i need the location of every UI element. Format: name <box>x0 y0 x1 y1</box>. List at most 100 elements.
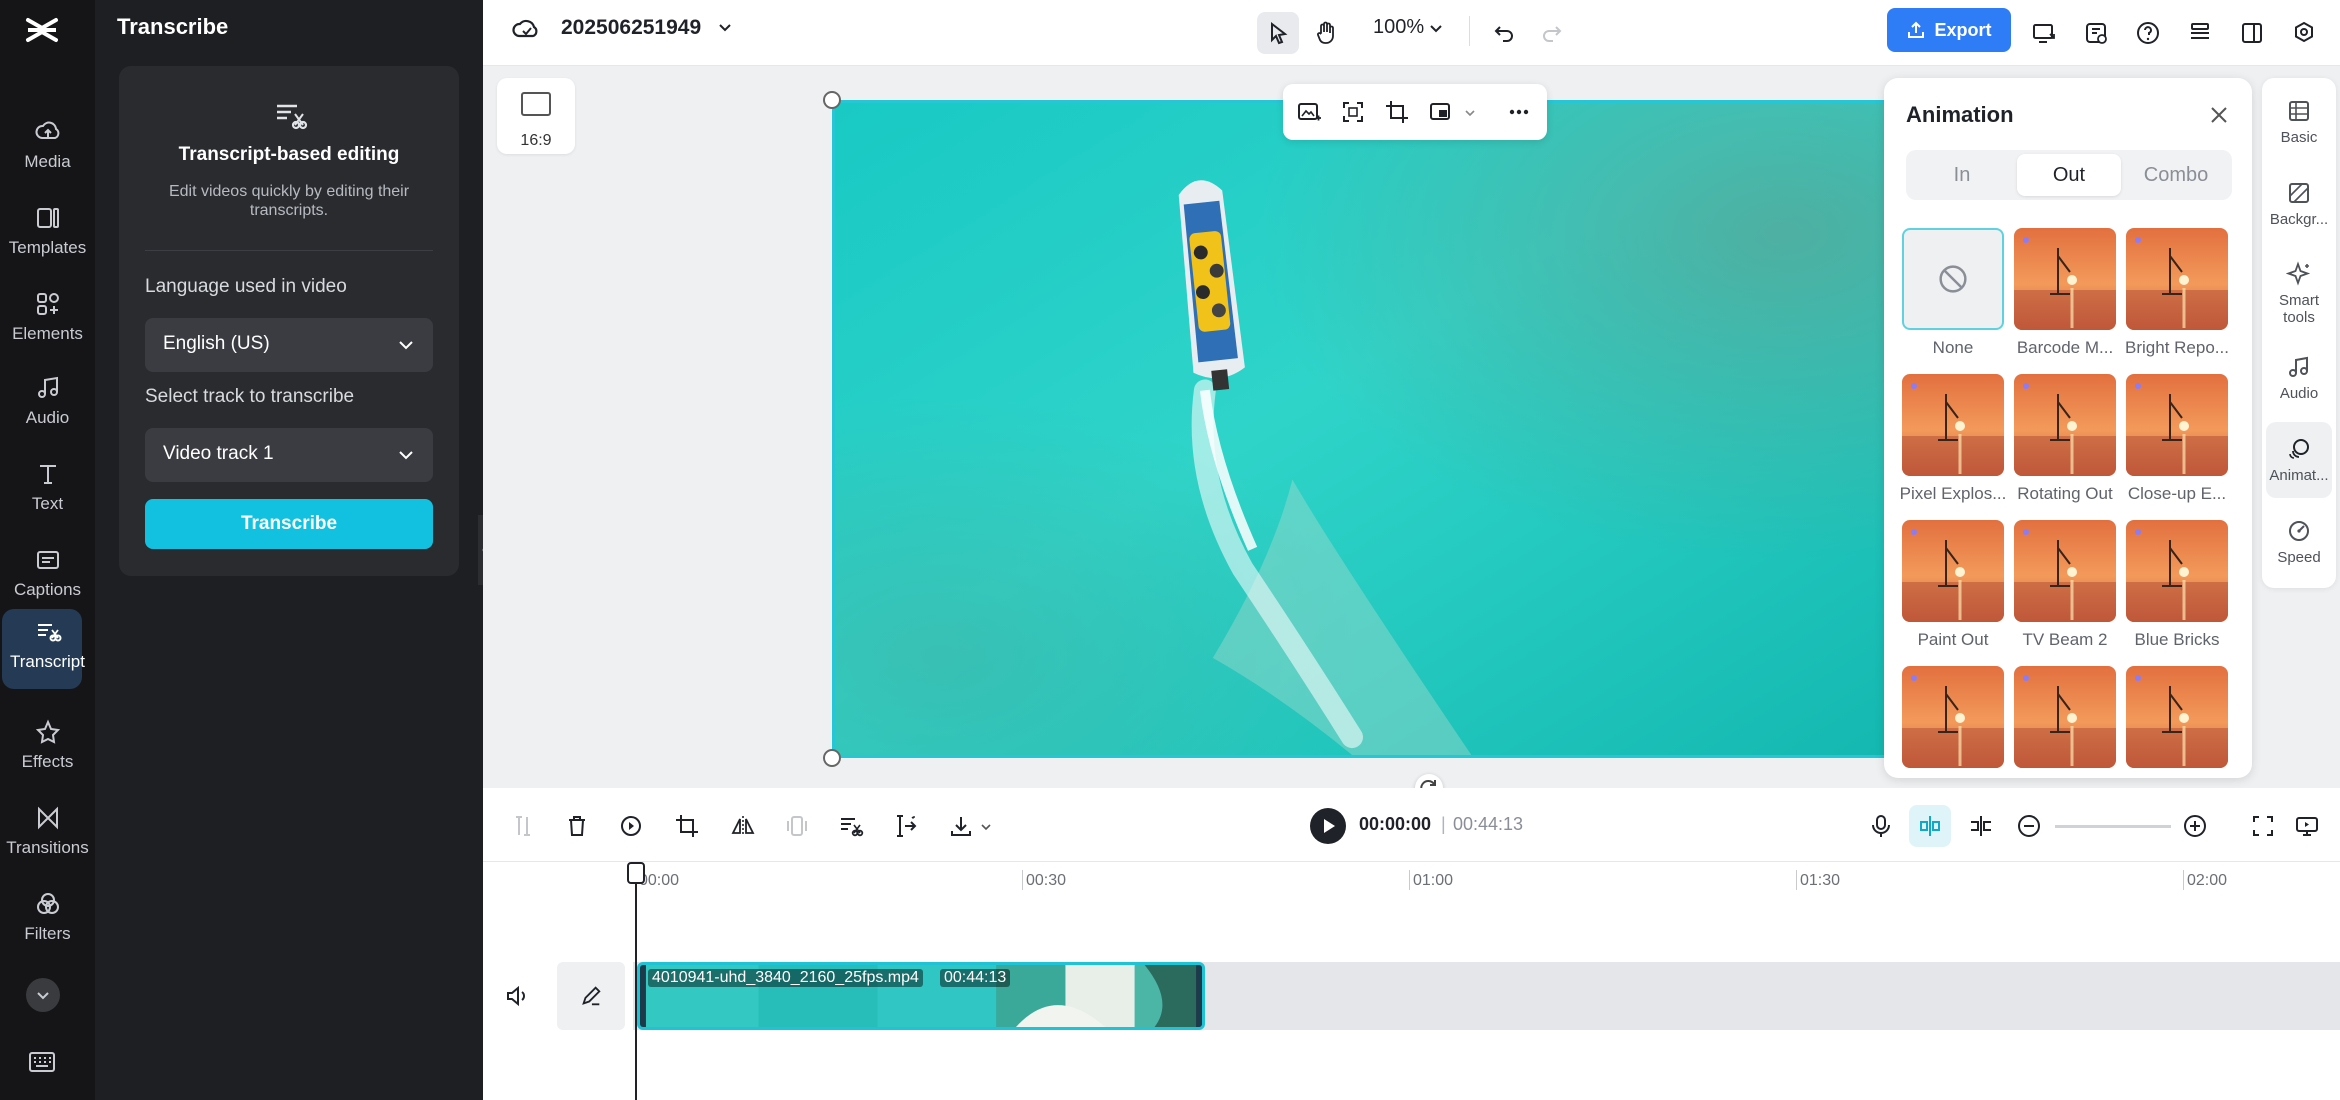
zoom-in-button[interactable] <box>2179 810 2211 842</box>
split-audio-button[interactable] <box>1965 810 1997 842</box>
more-options-button[interactable] <box>1503 96 1535 128</box>
zoom-out-button[interactable] <box>2013 810 2045 842</box>
timeline-zoom-slider[interactable] <box>2055 825 2171 828</box>
rail-item-captions[interactable]: Captions <box>0 533 95 613</box>
rail-item-text[interactable]: Text <box>0 447 95 527</box>
snap-button[interactable] <box>1909 805 1951 847</box>
keyboard-icon[interactable] <box>28 1050 56 1074</box>
resize-handle-top-left[interactable] <box>823 91 841 109</box>
tab-in[interactable]: In <box>1910 154 2014 196</box>
trim-button[interactable] <box>889 810 921 842</box>
animation-option-label: Close-up E... <box>2127 484 2227 503</box>
rail-item-templates[interactable]: Templates <box>0 191 95 271</box>
track-select[interactable]: Video track 1 <box>145 428 433 482</box>
rail-item-elements[interactable]: Elements <box>0 277 95 357</box>
tool-label: Smart tools <box>2278 291 2319 326</box>
effects-menu-button[interactable] <box>1425 96 1457 128</box>
speed-icon <box>2289 521 2309 541</box>
text-icon <box>39 465 56 484</box>
project-name[interactable]: 202506251949 <box>561 16 701 40</box>
chevron-down-icon[interactable] <box>1463 106 1477 120</box>
settings-button[interactable] <box>2283 12 2325 54</box>
chevron-down-icon <box>399 451 413 460</box>
present-button[interactable] <box>2023 12 2065 54</box>
tab-out[interactable]: Out <box>2017 154 2121 196</box>
resize-handle-bottom-left[interactable] <box>823 749 841 767</box>
edit-track-button[interactable] <box>557 962 625 1030</box>
animation-option-label: TV Beam 2 <box>2022 630 2108 649</box>
animation-thumbnail <box>1902 520 2004 622</box>
time-separator: | <box>1441 814 1446 834</box>
rail-item-filters[interactable]: Filters <box>0 877 95 957</box>
clip-filename: 4010941-uhd_3840_2160_25fps.mp4 <box>648 969 923 987</box>
video-preview[interactable] <box>832 100 1892 758</box>
microphone-icon <box>1872 815 1890 837</box>
transcribe-button[interactable]: Transcribe <box>145 499 433 549</box>
speaker-icon[interactable] <box>503 982 531 1010</box>
rail-item-transitions[interactable]: Transitions <box>0 791 95 871</box>
animation-option-label: Pixel Explos... <box>1899 484 2007 503</box>
preview-button[interactable] <box>2291 810 2323 842</box>
rail-item-label: Filters <box>24 924 71 943</box>
freeze-button[interactable] <box>781 810 813 842</box>
playhead-handle[interactable] <box>627 862 645 884</box>
tool-background[interactable]: Backgr... <box>2266 166 2332 242</box>
pointer-icon <box>1271 21 1288 45</box>
crop-clip-button[interactable] <box>671 810 703 842</box>
playhead[interactable] <box>635 862 637 1100</box>
split-button[interactable] <box>507 810 539 842</box>
record-voice-button[interactable] <box>1865 810 1897 842</box>
video-clip[interactable]: 4010941-uhd_3840_2160_25fps.mp4 00:44:13 <box>637 962 1205 1030</box>
transcribe-panel: Transcribe Transcript-based editing Edit… <box>95 0 483 1100</box>
redo-icon <box>1543 26 1562 42</box>
panel-title: Transcribe <box>117 14 229 39</box>
select-tool-button[interactable] <box>1257 12 1299 54</box>
music-note-icon <box>2289 356 2308 377</box>
ruler-tick <box>1409 870 1410 890</box>
transcript-edit-button[interactable] <box>835 810 867 842</box>
current-time: 00:00:00 <box>1359 814 1432 834</box>
rail-item-audio[interactable]: Audio <box>0 361 95 441</box>
tool-animation[interactable]: Animat... <box>2266 422 2332 498</box>
animation-option-label: Blue Bricks <box>2134 630 2220 649</box>
fit-button[interactable] <box>1337 96 1369 128</box>
feedback-button[interactable] <box>2075 12 2117 54</box>
ruler-label: 01:30 <box>1800 872 1841 889</box>
more-tools-button[interactable] <box>26 978 60 1012</box>
crop-button[interactable] <box>1381 96 1413 128</box>
chevron-down-icon[interactable] <box>1428 21 1444 37</box>
replace-button[interactable] <box>1293 96 1325 128</box>
rail-item-effects[interactable]: Effects <box>0 705 95 785</box>
flip-button[interactable] <box>727 810 759 842</box>
tab-combo[interactable]: Combo <box>2124 154 2228 196</box>
close-icon[interactable] <box>2206 102 2232 128</box>
tool-smart-tools[interactable]: Smart tools <box>2266 250 2332 336</box>
zoom-level[interactable]: 100% <box>1373 16 1424 39</box>
redo-button[interactable] <box>1531 12 1573 54</box>
rail-item-transcript[interactable]: Transcript <box>0 605 95 689</box>
help-button[interactable] <box>2127 12 2169 54</box>
layers-button[interactable] <box>2179 12 2221 54</box>
tool-label: Audio <box>2279 385 2319 402</box>
play-button[interactable] <box>1310 808 1346 844</box>
aspect-ratio-button[interactable]: 16:9 <box>497 78 575 154</box>
tool-audio[interactable]: Audio <box>2266 340 2332 416</box>
undo-button[interactable] <box>1483 12 1525 54</box>
cloud-sync-icon[interactable] <box>511 14 541 44</box>
chevron-down-icon[interactable] <box>716 19 734 37</box>
timeline[interactable]: 00:00 00:30 01:00 01:30 02:00 4010941-uhd_38… <box>483 862 2340 1100</box>
toggle-panel-button[interactable] <box>2231 12 2273 54</box>
language-select[interactable]: English (US) <box>145 318 433 372</box>
tool-basic[interactable]: Basic <box>2266 84 2332 160</box>
top-bar: 202506251949 100% Export <box>483 0 2340 66</box>
delete-button[interactable] <box>561 810 593 842</box>
hand-tool-button[interactable] <box>1305 12 1347 54</box>
tool-speed[interactable]: Speed <box>2266 504 2332 580</box>
chevron-down-icon[interactable] <box>979 820 993 834</box>
replay-button[interactable] <box>615 810 647 842</box>
fullscreen-button[interactable] <box>2247 810 2279 842</box>
timeline-toolbar: 00:00:00 | 00:44:13 <box>483 788 2340 862</box>
export-button[interactable]: Export <box>1887 8 2011 52</box>
download-button[interactable] <box>945 810 977 842</box>
rail-item-media[interactable]: Media <box>0 105 95 185</box>
